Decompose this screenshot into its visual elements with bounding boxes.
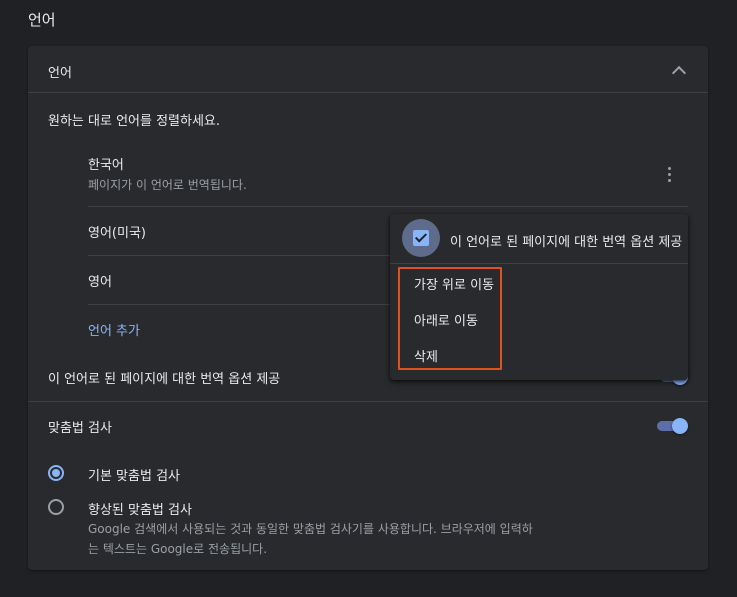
checkbox-focus-ring[interactable] [402, 219, 440, 257]
basic-spellcheck-label: 기본 맞춤법 검사 [88, 469, 180, 484]
page-title: 언어 [28, 11, 56, 29]
spellcheck-title: 맞춤법 검사 [48, 421, 112, 436]
highlight-annotation-box [398, 267, 502, 370]
language-item-korean: 한국어 페이지가 이 언어로 번역됩니다. [88, 154, 688, 194]
header-divider [28, 92, 708, 93]
basic-spellcheck-radio[interactable] [48, 465, 64, 481]
add-language-button[interactable]: 언어 추가 [88, 320, 140, 339]
spellcheck-toggle-knob[interactable] [672, 418, 688, 434]
more-options-icon[interactable] [668, 167, 672, 183]
menu-translate-checkbox-label[interactable]: 이 언어로 된 페이지에 대한 번역 옵션 제공 [450, 231, 682, 250]
language-subtitle: 페이지가 이 언어로 번역됩니다. [88, 178, 247, 192]
checkbox-checked-icon[interactable] [413, 230, 429, 246]
collapse-chevron-up-icon[interactable] [671, 65, 687, 81]
language-name: 한국어 [88, 158, 124, 173]
language-item-english-us: 영어(미국) [88, 226, 146, 241]
enhanced-spellcheck-radio[interactable] [48, 499, 64, 515]
enhanced-spellcheck-description-line1: Google 검색에서 사용되는 것과 동일한 맞춤법 검사기를 사용합니다. … [88, 522, 533, 536]
languages-description: 원하는 대로 언어를 정렬하세요. [48, 114, 221, 129]
language-item-english: 영어 [88, 275, 112, 290]
enhanced-spellcheck-label: 향상된 맞춤법 검사 [88, 503, 192, 518]
enhanced-spellcheck-description-line2: 는 텍스트는 Google로 전송됩니다. [88, 542, 268, 556]
language-divider [88, 206, 688, 207]
translate-option-label: 이 언어로 된 페이지에 대한 번역 옵션 제공 [48, 372, 281, 387]
menu-divider [390, 263, 688, 264]
languages-section-title: 언어 [48, 66, 72, 81]
section-divider [28, 401, 708, 402]
